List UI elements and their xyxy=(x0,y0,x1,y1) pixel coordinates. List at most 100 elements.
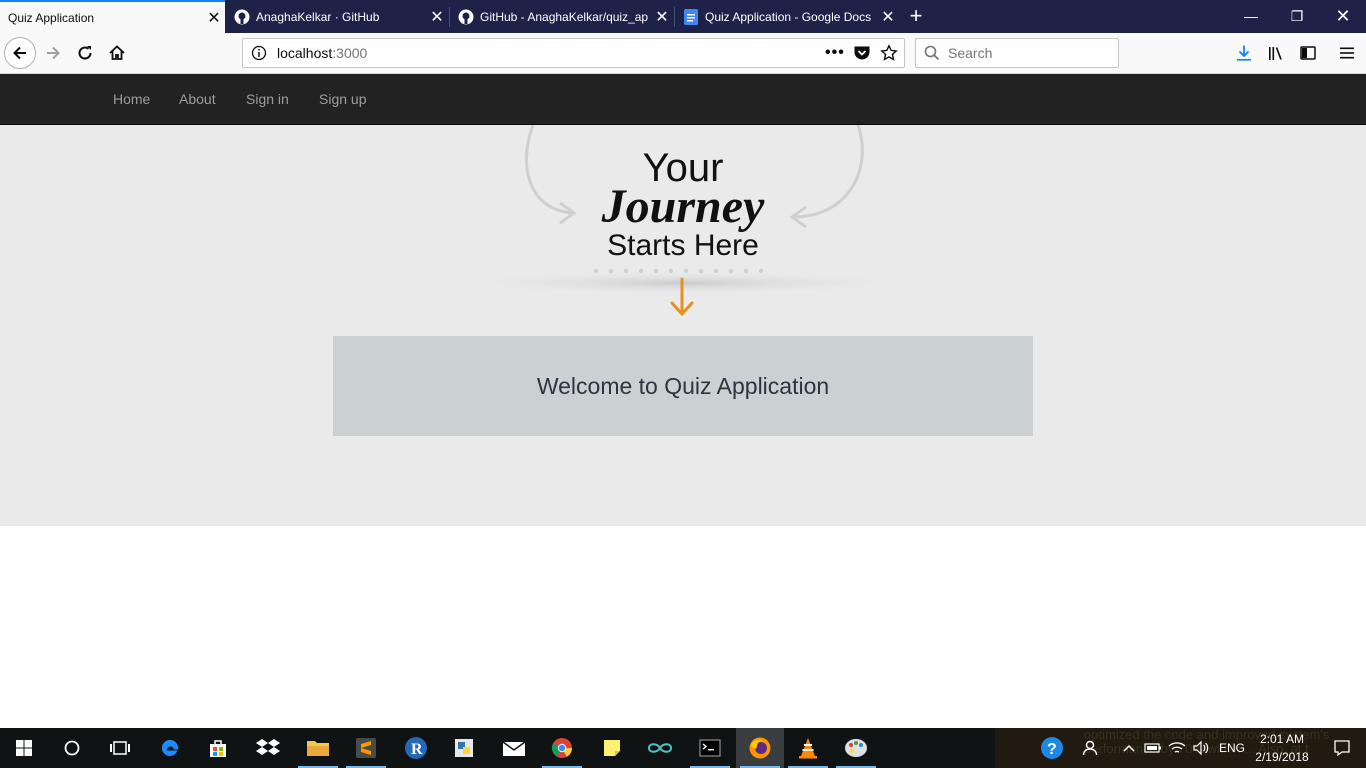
people-tray-button[interactable] xyxy=(1072,728,1108,768)
r-app-button[interactable]: R xyxy=(392,728,440,768)
restore-button[interactable]: ❐ xyxy=(1274,0,1320,33)
new-tab-button[interactable]: + xyxy=(903,2,929,32)
close-tab-icon[interactable]: ✕ xyxy=(877,7,899,27)
windows-logo-icon xyxy=(16,740,32,756)
volume-tray-button[interactable] xyxy=(1189,728,1213,768)
infinity-icon xyxy=(647,743,673,753)
dropbox-app-button[interactable] xyxy=(244,728,292,768)
svg-text:R: R xyxy=(411,741,423,758)
page-actions-icon[interactable]: ••• xyxy=(825,44,845,62)
start-button[interactable] xyxy=(0,728,48,768)
nav-signup-link[interactable]: Sign up xyxy=(319,74,366,124)
task-view-button[interactable] xyxy=(96,728,144,768)
firefox-app-button[interactable] xyxy=(736,728,784,768)
folder-icon xyxy=(307,741,329,756)
welcome-panel: Welcome to Quiz Application xyxy=(333,336,1033,436)
chrome-app-button[interactable] xyxy=(538,728,586,768)
tab-github-profile[interactable]: AnaghaKelkar · GitHub ✕ xyxy=(226,0,448,33)
battery-tray-button[interactable] xyxy=(1141,728,1165,768)
edge-icon xyxy=(161,739,179,756)
forward-arrow-icon xyxy=(47,46,60,60)
close-window-button[interactable]: ✕ xyxy=(1320,0,1366,33)
tab-label: Quiz Application xyxy=(8,10,95,25)
close-tab-icon[interactable]: ✕ xyxy=(651,7,673,27)
speaker-icon xyxy=(1193,740,1209,756)
terminal-app-button[interactable] xyxy=(686,728,734,768)
tab-label: GitHub - AnaghaKelkar/quiz_ap xyxy=(480,9,649,24)
wifi-tray-button[interactable] xyxy=(1165,728,1189,768)
help-question-icon: ? xyxy=(1041,737,1063,759)
pocket-icon[interactable] xyxy=(853,45,871,61)
tab-label: AnaghaKelkar · GitHub xyxy=(256,9,380,24)
url-host: localhost xyxy=(277,45,333,61)
github-icon xyxy=(458,9,474,25)
cortana-button[interactable] xyxy=(48,728,96,768)
tab-google-docs[interactable]: Quiz Application - Google Docs ✕ xyxy=(675,0,899,33)
clock-date[interactable]: 2/19/2018 xyxy=(1252,750,1312,764)
download-icon xyxy=(1237,45,1251,61)
paint-palette-icon xyxy=(845,739,867,757)
search-bar[interactable] xyxy=(915,38,1119,68)
store-app-button[interactable] xyxy=(194,728,242,768)
nav-home-link[interactable]: Home xyxy=(113,74,150,124)
svg-text:?: ? xyxy=(1047,741,1057,758)
action-center-button[interactable] xyxy=(1318,728,1366,768)
home-icon xyxy=(109,45,125,60)
library-button[interactable] xyxy=(1260,37,1292,69)
back-arrow-icon xyxy=(13,46,26,60)
help-tray-button[interactable]: ? xyxy=(1028,728,1076,768)
welcome-heading: Welcome to Quiz Application xyxy=(536,372,830,399)
tab-label: Quiz Application - Google Docs xyxy=(705,9,872,24)
tab-quiz-application[interactable]: Quiz Application ✕ xyxy=(0,0,225,33)
python-app-button[interactable] xyxy=(440,728,488,768)
python-icon xyxy=(455,739,473,757)
mail-icon xyxy=(502,741,526,756)
back-button[interactable] xyxy=(4,37,36,69)
hero-line-journey: Journey xyxy=(601,180,765,233)
dropbox-icon xyxy=(256,739,280,755)
nav-signin-link[interactable]: Sign in xyxy=(246,74,289,124)
library-icon xyxy=(1269,47,1282,60)
sublime-app-button[interactable] xyxy=(342,728,390,768)
r-language-icon: R xyxy=(405,737,427,759)
sticky-notes-app-button[interactable] xyxy=(588,728,636,768)
reload-button[interactable] xyxy=(69,37,101,69)
menu-button[interactable] xyxy=(1331,37,1363,69)
sticky-notes-icon xyxy=(604,740,620,756)
forward-button[interactable] xyxy=(37,37,69,69)
close-tab-icon[interactable]: ✕ xyxy=(203,8,225,28)
show-hidden-icons-button[interactable] xyxy=(1117,728,1141,768)
url-port: :3000 xyxy=(332,45,368,61)
url-text: localhost:3000 xyxy=(277,45,367,61)
language-indicator[interactable]: ENG xyxy=(1219,741,1245,755)
sublime-text-icon xyxy=(356,738,376,758)
vlc-app-button[interactable] xyxy=(784,728,832,768)
chevron-up-icon xyxy=(1123,744,1135,752)
close-tab-icon[interactable]: ✕ xyxy=(426,7,448,27)
home-button[interactable] xyxy=(101,37,133,69)
task-view-icon xyxy=(110,741,130,755)
clock-time[interactable]: 2:01 AM xyxy=(1257,732,1307,746)
firefox-icon xyxy=(749,737,771,759)
bookmark-star-icon[interactable] xyxy=(880,44,898,62)
tab-github-repo[interactable]: GitHub - AnaghaKelkar/quiz_ap ✕ xyxy=(450,0,673,33)
sidebar-button[interactable] xyxy=(1292,37,1324,69)
store-icon xyxy=(210,740,226,757)
paint-app-button[interactable] xyxy=(832,728,880,768)
arduino-app-button[interactable] xyxy=(636,728,684,768)
downloads-button[interactable] xyxy=(1228,37,1260,69)
edge-app-button[interactable] xyxy=(146,728,194,768)
terminal-icon xyxy=(699,739,721,757)
search-input[interactable] xyxy=(948,45,1108,61)
url-bar[interactable]: localhost:3000 ••• xyxy=(242,38,905,68)
hero-section: Your Journey Starts Here Welcome to Quiz… xyxy=(0,125,1366,526)
file-explorer-app-button[interactable] xyxy=(294,728,342,768)
battery-icon xyxy=(1144,743,1161,753)
browser-tab-strip: Quiz Application ✕ AnaghaKelkar · GitHub… xyxy=(0,0,1366,33)
chrome-icon xyxy=(551,738,572,758)
nav-about-link[interactable]: About xyxy=(179,74,216,124)
info-icon[interactable] xyxy=(251,45,267,61)
reload-icon xyxy=(78,46,92,60)
mail-app-button[interactable] xyxy=(490,728,538,768)
minimize-button[interactable]: — xyxy=(1228,0,1274,33)
